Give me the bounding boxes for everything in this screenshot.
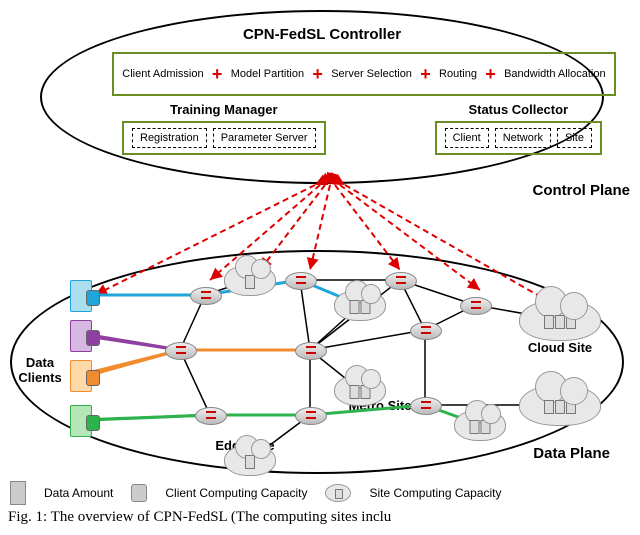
status-collector-box: Client Network Site (435, 121, 602, 155)
router-icon (190, 287, 222, 305)
router-icon (165, 342, 197, 360)
legend-client-capacity: Client Computing Capacity (165, 486, 307, 500)
data-client-icon (70, 405, 90, 435)
data-plane-panel (10, 250, 624, 474)
plus-icon: + (485, 64, 496, 85)
pipeline-step: Client Admission (122, 68, 203, 80)
subgroups-row: Training Manager Registration Parameter … (122, 102, 602, 155)
data-client-icon (70, 320, 90, 350)
pipeline-step: Server Selection (331, 68, 412, 80)
controller-pipeline: Client Admission + Model Partition + Ser… (112, 52, 616, 96)
router-icon (385, 272, 417, 290)
controller-title: CPN-FedSL Controller (243, 26, 401, 43)
site-cloud-icon (334, 289, 386, 321)
sc-item: Network (495, 128, 551, 148)
status-collector-title: Status Collector (435, 102, 602, 117)
plus-icon: + (312, 64, 323, 85)
tm-item: Parameter Server (213, 128, 316, 148)
router-icon (410, 322, 442, 340)
router-icon (410, 397, 442, 415)
router-icon (295, 407, 327, 425)
router-icon (285, 272, 317, 290)
control-plane-panel: CPN-FedSL Controller Client Admission + … (40, 10, 604, 184)
legend-cyl-icon (131, 484, 147, 502)
legend: Data Amount Client Computing Capacity Si… (10, 482, 630, 504)
data-plane-label: Data Plane (533, 445, 610, 462)
data-client-icon (70, 280, 90, 310)
legend-site-capacity: Site Computing Capacity (369, 486, 501, 500)
cloud-site-label: Cloud Site (528, 340, 592, 355)
training-manager-box: Registration Parameter Server (122, 121, 326, 155)
site-cloud-icon (224, 444, 276, 476)
training-manager-block: Training Manager Registration Parameter … (122, 102, 326, 155)
control-plane-label: Control Plane (532, 182, 630, 199)
plus-icon: + (420, 64, 431, 85)
site-cloud-icon (519, 384, 601, 426)
router-icon (195, 407, 227, 425)
training-manager-title: Training Manager (122, 102, 326, 117)
plus-icon: + (212, 64, 223, 85)
sc-item: Site (557, 128, 592, 148)
pipeline-step: Bandwidth Allocation (504, 68, 606, 80)
sc-item: Client (445, 128, 489, 148)
data-client-icon (70, 360, 90, 390)
site-cloud-icon (224, 264, 276, 296)
site-cloud-icon (334, 374, 386, 406)
router-icon (460, 297, 492, 315)
legend-cloud-icon (325, 484, 351, 502)
figure-caption: Fig. 1: The overview of CPN-FedSL (The c… (8, 509, 391, 526)
router-icon (295, 342, 327, 360)
data-clients-label: Data Clients (18, 355, 61, 385)
site-cloud-icon (519, 299, 601, 341)
status-collector-block: Status Collector Client Network Site (435, 102, 602, 155)
site-cloud-icon (454, 409, 506, 441)
pipeline-step: Routing (439, 68, 477, 80)
pipeline-step: Model Partition (231, 68, 304, 80)
tm-item: Registration (132, 128, 207, 148)
legend-rack-icon (10, 481, 26, 505)
legend-data-amount: Data Amount (44, 486, 113, 500)
